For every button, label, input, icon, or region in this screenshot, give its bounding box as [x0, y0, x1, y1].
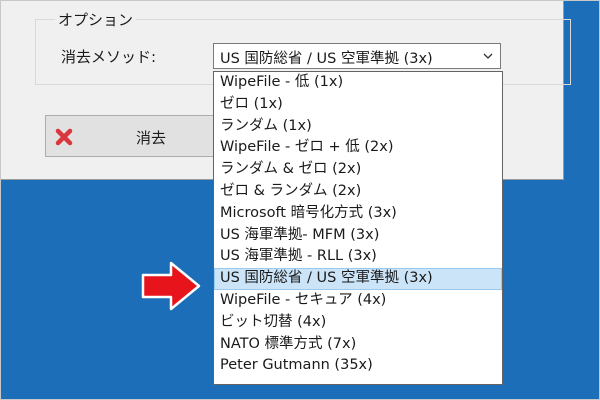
dropdown-option[interactable]: ランダム & ゼロ (2x) — [214, 159, 502, 181]
dropdown-option-selected[interactable]: US 国防総省 / US 空軍準拠 (3x) — [214, 268, 502, 290]
erase-method-selected-value: US 国防総省 / US 空軍準拠 (3x) — [220, 51, 433, 67]
dropdown-option[interactable]: Peter Gutmann (35x) — [214, 355, 502, 377]
dropdown-option[interactable]: US 海軍準拠- MFM (3x) — [214, 225, 502, 247]
dropdown-option[interactable]: ビット切替 (4x) — [214, 312, 502, 334]
erase-method-dropdown-list: WipeFile - 低 (1x) ゼロ (1x) ランダム (1x) Wipe… — [213, 71, 503, 385]
dropdown-option[interactable]: NATO 標準方式 (7x) — [214, 334, 502, 356]
chevron-down-icon[interactable] — [482, 50, 494, 62]
delete-x-icon — [55, 128, 73, 146]
dropdown-option[interactable]: US 海軍準拠 - RLL (3x) — [214, 246, 502, 268]
erase-method-label: 消去メソッド: — [61, 48, 157, 66]
dropdown-option[interactable]: ランダム (1x) — [214, 116, 502, 138]
dropdown-option[interactable]: ゼロ (1x) — [214, 94, 502, 116]
dropdown-option[interactable]: WipeFile - 低 (1x) — [214, 72, 502, 94]
options-group-title: オプション — [55, 9, 137, 30]
dropdown-option[interactable]: WipeFile - セキュア (4x) — [214, 290, 502, 312]
dropdown-option[interactable]: WipeFile - ゼロ + 低 (2x) — [214, 137, 502, 159]
screenshot-frame: オプション 消去メソッド: US 国防総省 / US 空軍準拠 (3x) 消去 … — [0, 0, 600, 400]
dropdown-option[interactable]: ゼロ & ランダム (2x) — [214, 181, 502, 203]
erase-method-select[interactable]: US 国防総省 / US 空軍準拠 (3x) — [213, 43, 501, 69]
red-arrow-icon — [141, 261, 201, 311]
erase-button-label: 消去 — [136, 129, 167, 147]
dropdown-option[interactable]: Microsoft 暗号化方式 (3x) — [214, 203, 502, 225]
